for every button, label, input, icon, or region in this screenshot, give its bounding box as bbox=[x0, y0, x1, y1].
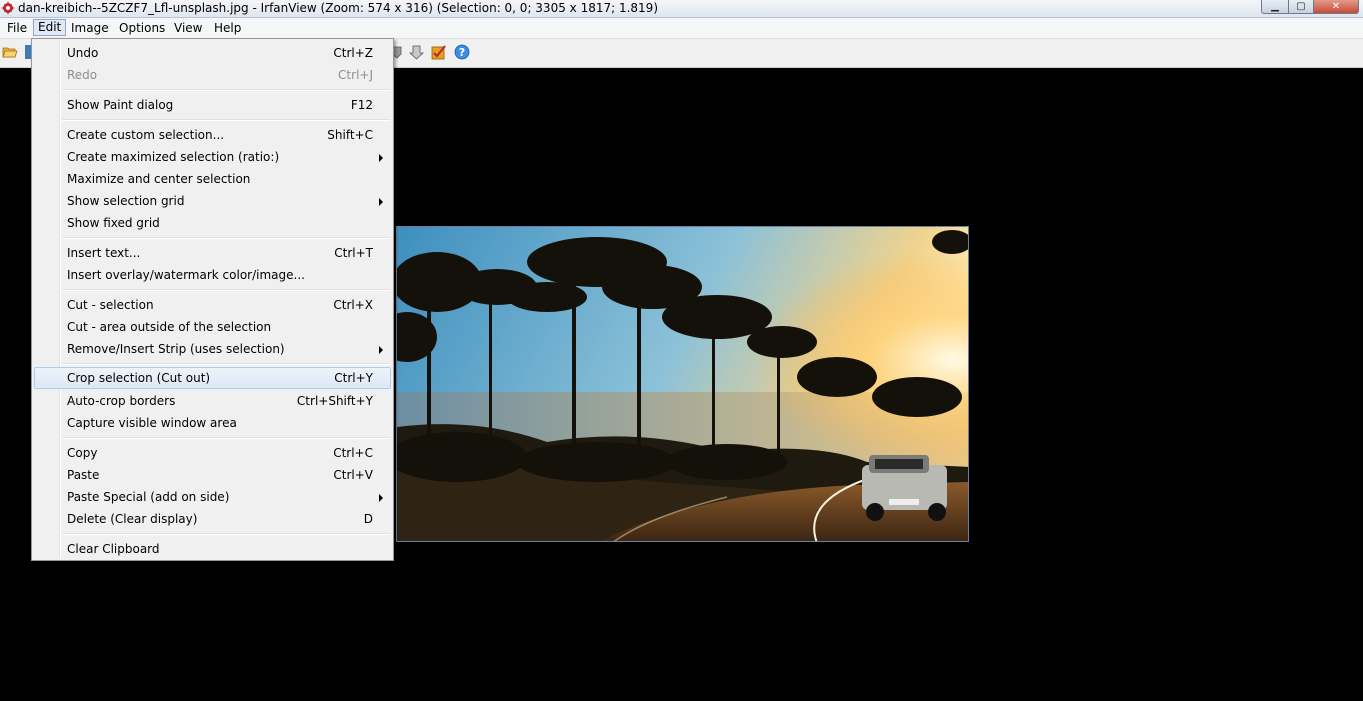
menu-item-clear-clipboard[interactable]: Clear Clipboard bbox=[34, 538, 391, 560]
submenu-arrow-icon bbox=[379, 198, 383, 206]
close-button[interactable]: ✕ bbox=[1314, 0, 1359, 14]
menu-item-cut-outside-selection[interactable]: Cut - area outside of the selection bbox=[34, 316, 391, 338]
title-bar: dan-kreibich--5ZCZF7_Lfl-unsplash.jpg - … bbox=[0, 0, 1363, 18]
maximize-icon: ▢ bbox=[1296, 1, 1306, 12]
window-title: dan-kreibich--5ZCZF7_Lfl-unsplash.jpg - … bbox=[18, 1, 659, 15]
menu-item-paste[interactable]: Paste Ctrl+V bbox=[34, 464, 391, 486]
menu-separator bbox=[62, 237, 390, 239]
menu-image[interactable]: Image bbox=[67, 20, 113, 36]
submenu-arrow-icon bbox=[379, 494, 383, 502]
menu-item-insert-text[interactable]: Insert text... Ctrl+T bbox=[34, 242, 391, 264]
menu-separator bbox=[62, 119, 390, 121]
submenu-arrow-icon bbox=[379, 346, 383, 354]
menu-edit[interactable]: Edit bbox=[33, 19, 67, 36]
menu-item-show-fixed-grid[interactable]: Show fixed grid bbox=[34, 212, 391, 234]
menu-item-remove-insert-strip[interactable]: Remove/Insert Strip (uses selection) bbox=[34, 338, 391, 360]
menu-item-show-paint-dialog[interactable]: Show Paint dialog F12 bbox=[34, 94, 391, 116]
menu-separator bbox=[62, 289, 390, 291]
irfanview-app-icon[interactable] bbox=[1, 1, 15, 15]
image-display[interactable] bbox=[396, 226, 969, 542]
edit-menu-dropdown: Undo Ctrl+Z Redo Ctrl+J Show Paint dialo… bbox=[31, 38, 394, 561]
menu-item-capture-visible-window[interactable]: Capture visible window area bbox=[34, 412, 391, 434]
menu-item-create-custom-selection[interactable]: Create custom selection... Shift+C bbox=[34, 124, 391, 146]
menu-separator bbox=[62, 89, 390, 91]
menu-item-insert-overlay[interactable]: Insert overlay/watermark color/image... bbox=[34, 264, 391, 286]
menu-item-create-maximized-selection[interactable]: Create maximized selection (ratio:) bbox=[34, 146, 391, 168]
menu-separator bbox=[62, 363, 390, 365]
maximize-button[interactable]: ▢ bbox=[1289, 0, 1314, 14]
minimize-button[interactable]: ▁ bbox=[1261, 0, 1289, 14]
menu-item-delete-clear-display[interactable]: Delete (Clear display) D bbox=[34, 508, 391, 530]
menu-item-auto-crop-borders[interactable]: Auto-crop borders Ctrl+Shift+Y bbox=[34, 390, 391, 412]
open-folder-icon[interactable] bbox=[2, 44, 18, 60]
close-icon: ✕ bbox=[1331, 1, 1341, 12]
help-icon[interactable]: ? bbox=[454, 44, 470, 60]
menu-bar: File Edit Image Options View Help bbox=[0, 18, 1363, 39]
menu-item-crop-selection[interactable]: Crop selection (Cut out) Ctrl+Y bbox=[34, 367, 391, 389]
menu-file[interactable]: File bbox=[3, 20, 31, 36]
window-controls: ▁ ▢ ✕ bbox=[1261, 0, 1359, 14]
next-icon[interactable] bbox=[409, 44, 425, 60]
minimize-icon: ▁ bbox=[1271, 1, 1279, 12]
menu-help[interactable]: Help bbox=[210, 20, 245, 36]
menu-item-copy[interactable]: Copy Ctrl+C bbox=[34, 442, 391, 464]
menu-separator bbox=[62, 437, 390, 439]
menu-item-show-selection-grid[interactable]: Show selection grid bbox=[34, 190, 391, 212]
help-glyph: ? bbox=[459, 46, 465, 59]
menu-item-paste-special[interactable]: Paste Special (add on side) bbox=[34, 486, 391, 508]
submenu-arrow-icon bbox=[379, 154, 383, 162]
menu-item-redo[interactable]: Redo Ctrl+J bbox=[34, 64, 391, 86]
menu-options[interactable]: Options bbox=[115, 20, 169, 36]
menu-item-cut-selection[interactable]: Cut - selection Ctrl+X bbox=[34, 294, 391, 316]
menu-item-undo[interactable]: Undo Ctrl+Z bbox=[34, 42, 391, 64]
menu-view[interactable]: View bbox=[170, 20, 206, 36]
menu-separator bbox=[62, 533, 390, 535]
menu-item-maximize-center-selection[interactable]: Maximize and center selection bbox=[34, 168, 391, 190]
photo-render bbox=[397, 227, 968, 541]
paint-check-icon[interactable] bbox=[431, 44, 447, 60]
